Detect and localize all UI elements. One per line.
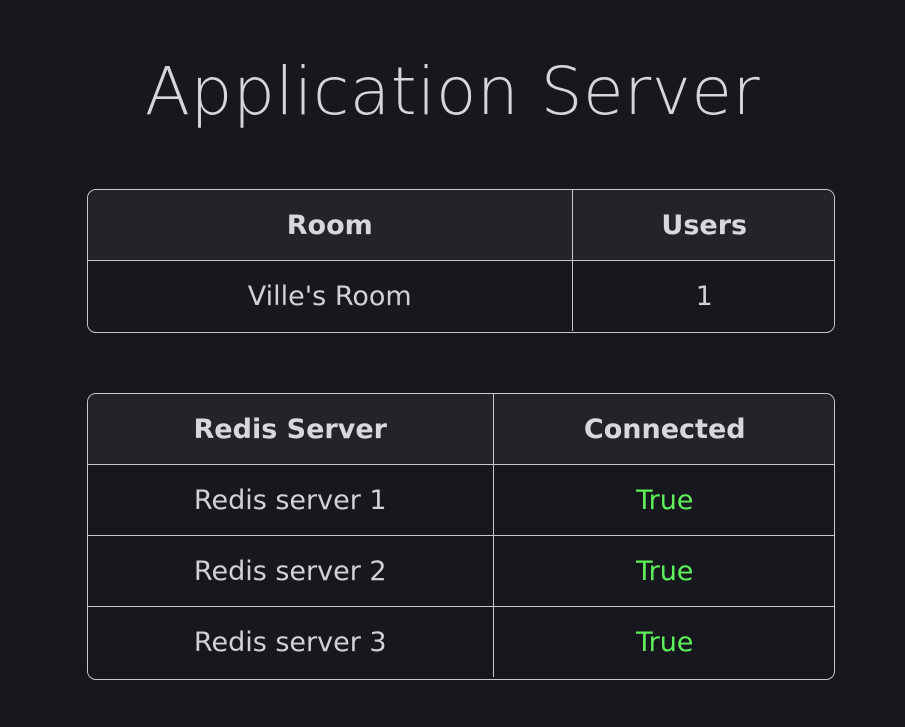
table-row: Redis server 1 True <box>88 464 834 536</box>
room-name-cell: Ville's Room <box>88 260 573 331</box>
redis-server-name-cell: Redis server 3 <box>88 606 494 677</box>
redis-server-name-cell: Redis server 1 <box>88 464 494 536</box>
redis-server-column-header: Redis Server <box>88 394 494 465</box>
connection-status-cell: True <box>493 464 834 536</box>
connected-column-header: Connected <box>493 394 834 465</box>
table-row: Redis server 3 True <box>88 606 834 677</box>
table-row: Redis server 2 True <box>88 535 834 607</box>
redis-header-row: Redis Server Connected <box>88 394 834 465</box>
connection-status-cell: True <box>493 535 834 607</box>
table-row: Ville's Room 1 <box>88 260 834 331</box>
user-count-cell: 1 <box>572 260 834 331</box>
users-column-header: Users <box>572 190 834 261</box>
redis-server-name-cell: Redis server 2 <box>88 535 494 607</box>
app-page: Application Server Room Users Ville's Ro… <box>0 0 905 727</box>
page-title: Application Server <box>144 53 761 130</box>
redis-servers-table: Redis Server Connected Redis server 1 Tr… <box>87 393 835 680</box>
rooms-table: Room Users Ville's Room 1 <box>87 189 835 333</box>
room-column-header: Room <box>88 190 573 261</box>
connection-status-cell: True <box>493 606 834 677</box>
rooms-header-row: Room Users <box>88 190 834 261</box>
